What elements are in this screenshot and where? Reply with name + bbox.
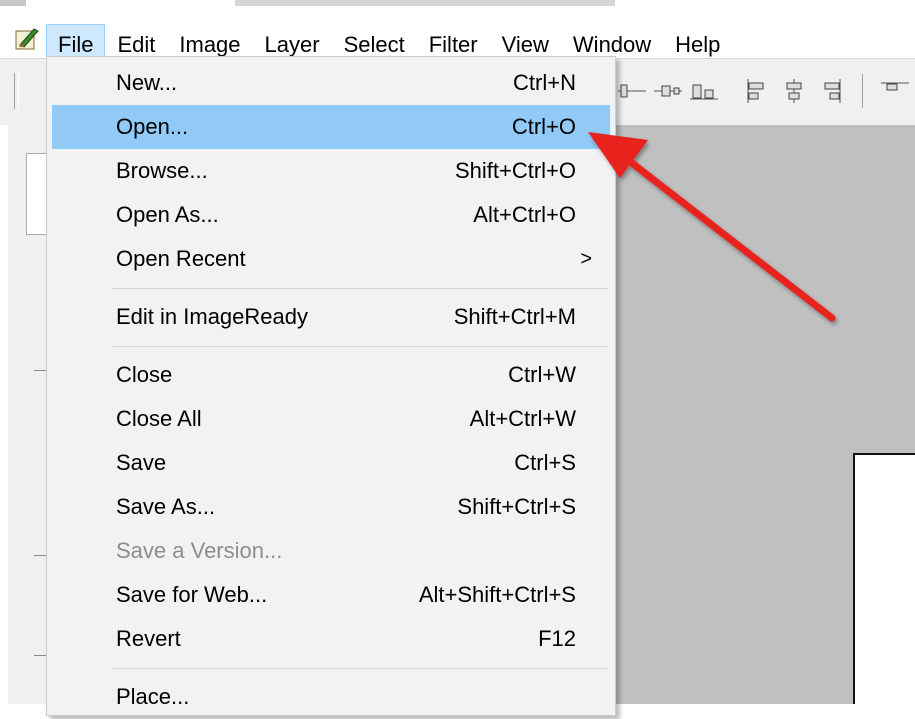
align-left-icon[interactable]: [744, 79, 772, 103]
align-vcenter-icon[interactable]: [780, 79, 808, 103]
menu-item-save-a-version: Save a Version...: [52, 529, 610, 573]
menu-item-revert[interactable]: Revert F12: [52, 617, 610, 661]
menu-separator: [111, 668, 608, 669]
document-canvas[interactable]: [853, 453, 915, 704]
title-fragment: [0, 0, 26, 6]
align-right-icon[interactable]: [816, 79, 844, 103]
menu-item-close[interactable]: Close Ctrl+W: [52, 353, 610, 397]
app-icon[interactable]: [14, 27, 40, 51]
menu-item-label: Revert: [116, 626, 181, 651]
toolbar-separator: [862, 74, 863, 108]
menu-item-label: Place...: [116, 684, 190, 709]
menu-item-label: Open As...: [116, 202, 219, 227]
menu-item-place[interactable]: Place...: [52, 675, 610, 719]
menu-item-browse[interactable]: Browse... Shift+Ctrl+O: [52, 149, 610, 193]
menu-item-close-all[interactable]: Close All Alt+Ctrl+W: [52, 397, 610, 441]
menu-item-shortcut: Shift+Ctrl+O: [454, 158, 576, 183]
distribute-icon[interactable]: [654, 79, 682, 103]
menu-item-save-as[interactable]: Save As... Shift+Ctrl+S: [52, 485, 610, 529]
menu-bar: File Edit Image Layer Select Filter View…: [0, 12, 915, 68]
menu-item-label: Save a Version...: [116, 538, 283, 563]
menu-item-label: Open...: [116, 114, 189, 139]
menu-item-shortcut: Shift+Ctrl+M: [453, 304, 576, 329]
menu-item-edit-in-imageready[interactable]: Edit in ImageReady Shift+Ctrl+M: [52, 295, 610, 339]
menu-item-save[interactable]: Save Ctrl+S: [52, 441, 610, 485]
menu-item-shortcut: Ctrl+W: [508, 362, 576, 387]
menu-separator: [111, 346, 608, 347]
menu-item-shortcut: Alt+Ctrl+W: [469, 406, 576, 431]
menu-item-shortcut: F12: [538, 626, 576, 651]
align-center-icon[interactable]: [618, 79, 646, 103]
menu-item-shortcut: Alt+Ctrl+O: [473, 202, 576, 227]
menu-item-save-for-web[interactable]: Save for Web... Alt+Shift+Ctrl+S: [52, 573, 610, 617]
menu-item-label: Close: [116, 362, 173, 387]
toolbar-icons: [618, 74, 909, 113]
menu-item-label: Browse...: [116, 158, 208, 183]
distribute-top-icon[interactable]: [881, 79, 909, 103]
menu-item-new[interactable]: New... Ctrl+N: [52, 61, 610, 105]
menu-item-open-as[interactable]: Open As... Alt+Ctrl+O: [52, 193, 610, 237]
file-menu-dropdown: New... Ctrl+N Open... Ctrl+O Browse... S…: [46, 56, 616, 716]
menu-item-label: Save: [116, 450, 167, 475]
menu-item-open[interactable]: Open... Ctrl+O: [52, 105, 610, 149]
chevron-right-icon: >: [580, 248, 592, 270]
menu-item-label: Close All: [116, 406, 202, 431]
menu-item-label: Save for Web...: [116, 582, 268, 607]
panel-tick: [34, 370, 46, 371]
menu-item-shortcut: Alt+Shift+Ctrl+S: [418, 582, 576, 607]
menu-item-shortcut: Shift+Ctrl+S: [457, 494, 576, 519]
panel-tick: [34, 555, 46, 556]
menu-item-label: New...: [116, 70, 178, 95]
toolbar-grip[interactable]: [14, 73, 19, 109]
menu-item-label: Save As...: [116, 494, 216, 519]
title-fragment: [235, 0, 615, 6]
align-bottom-icon[interactable]: [690, 79, 718, 103]
title-bar-strip: [0, 0, 915, 10]
menu-item-label: Open Recent: [116, 246, 246, 271]
menu-item-shortcut: Ctrl+N: [513, 70, 576, 95]
menu-item-shortcut: Ctrl+O: [511, 114, 576, 139]
menu-item-label: Edit in ImageReady: [116, 304, 308, 329]
menu-separator: [111, 288, 608, 289]
panel-tick: [34, 655, 46, 656]
menu-item-shortcut: Ctrl+S: [514, 450, 576, 475]
menu-item-open-recent[interactable]: Open Recent >: [52, 237, 610, 281]
